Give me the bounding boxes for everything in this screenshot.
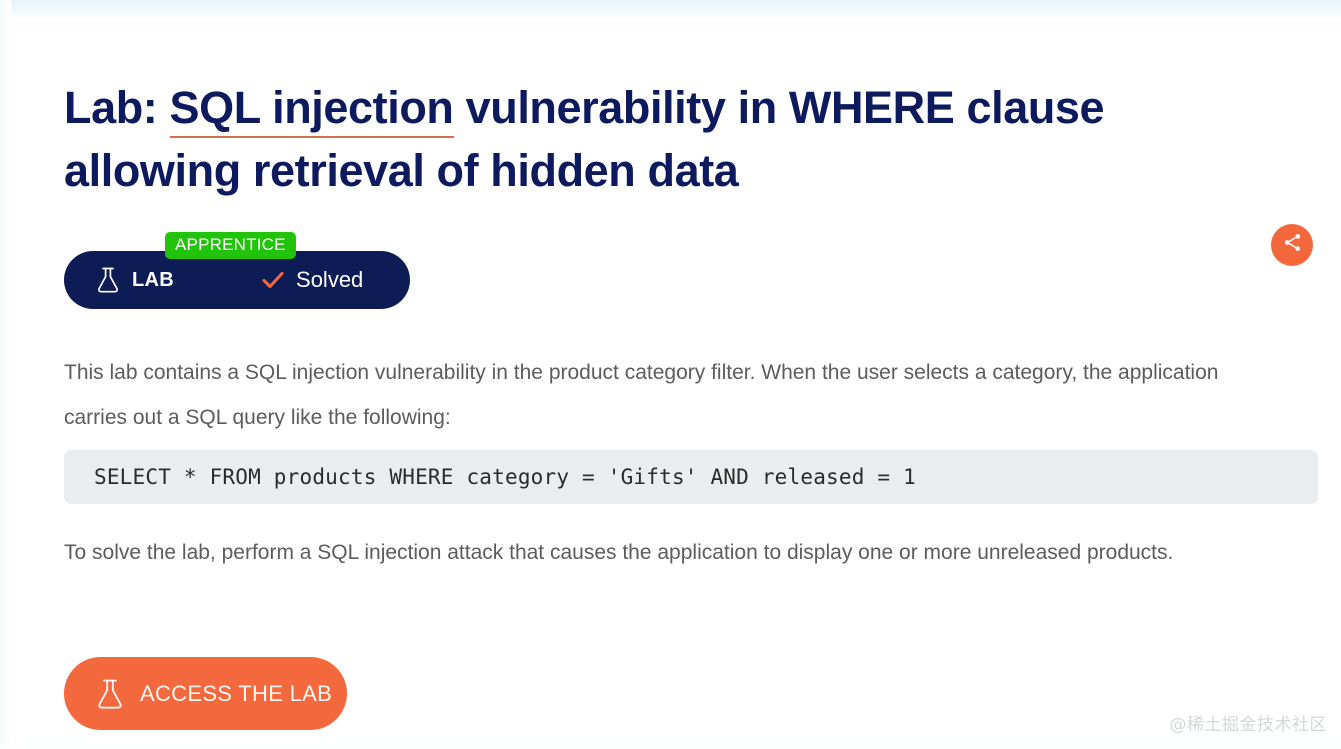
lab-description-paragraph-1: This lab contains a SQL injection vulner… — [64, 361, 1219, 429]
lab-status-text: Solved — [296, 267, 364, 292]
lab-label: LAB — [132, 268, 175, 291]
share-icon — [1282, 232, 1303, 258]
page-title-highlight: SQL injection — [169, 82, 454, 138]
page-left-tint — [0, 0, 11, 749]
lab-status-pill: LAB Solved — [64, 251, 410, 309]
lab-status-widget: LAB Solved APPRENTICE — [64, 232, 410, 309]
page-title: Lab: SQL injection vulnerability in WHER… — [64, 76, 1244, 202]
lab-description-paragraph-2: To solve the lab, perform a SQL injectio… — [64, 541, 1174, 564]
lab-page: Lab: SQL injection vulnerability in WHER… — [0, 0, 1341, 749]
page-top-tint — [0, 0, 1341, 20]
access-the-lab-label: ACCESS THE LAB — [140, 680, 333, 706]
flask-icon — [96, 267, 120, 293]
difficulty-badge: APPRENTICE — [165, 232, 296, 259]
check-icon — [262, 270, 284, 290]
share-button[interactable] — [1271, 224, 1313, 266]
sql-code-block: SELECT * FROM products WHERE category = … — [64, 450, 1318, 504]
sql-query-text: SELECT * FROM products WHERE category = … — [94, 465, 916, 489]
watermark: @稀土掘金技术社区 — [1169, 715, 1327, 735]
page-bottom-tint — [0, 743, 1341, 749]
access-the-lab-button[interactable]: ACCESS THE LAB — [64, 657, 347, 730]
page-title-prefix: Lab: — [64, 82, 170, 133]
flask-icon — [96, 678, 124, 710]
